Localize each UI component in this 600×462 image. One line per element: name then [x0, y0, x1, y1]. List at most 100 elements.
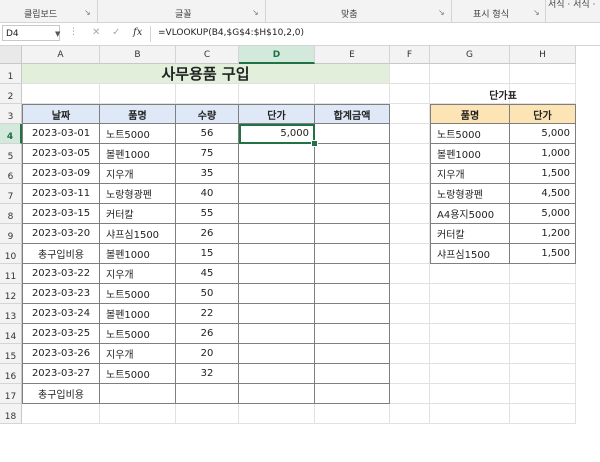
- table-cell[interactable]: [239, 364, 315, 384]
- grid-cell[interactable]: [390, 284, 430, 304]
- table-cell[interactable]: [239, 324, 315, 344]
- grid-cell[interactable]: [430, 64, 510, 84]
- table-cell[interactable]: 26: [176, 224, 239, 244]
- column-header-h[interactable]: H: [510, 46, 576, 64]
- table-cell[interactable]: 볼펜1000: [100, 244, 176, 264]
- grid-cell[interactable]: [239, 404, 315, 424]
- table-cell[interactable]: [239, 344, 315, 364]
- table-cell[interactable]: 2023-03-09: [22, 164, 100, 184]
- price-cell[interactable]: 1,500: [510, 164, 576, 184]
- enter-icon[interactable]: ✓: [112, 27, 120, 38]
- table-cell[interactable]: 35: [176, 164, 239, 184]
- price-cell[interactable]: 지우개: [430, 164, 510, 184]
- grid-cell[interactable]: [390, 344, 430, 364]
- table-header-4[interactable]: 합계금액: [315, 104, 390, 124]
- table-cell[interactable]: 노트5000: [100, 124, 176, 144]
- dialog-launcher-icon[interactable]: ↘: [533, 8, 540, 17]
- grid-cell[interactable]: [390, 304, 430, 324]
- table-cell[interactable]: 샤프심1500: [100, 224, 176, 244]
- grid-cell[interactable]: [390, 184, 430, 204]
- price-cell[interactable]: 5,000: [510, 124, 576, 144]
- grid-cell[interactable]: [510, 324, 576, 344]
- row-header-15[interactable]: 15: [0, 344, 22, 364]
- grid-cell[interactable]: [390, 264, 430, 284]
- table-cell[interactable]: [315, 344, 390, 364]
- table-cell[interactable]: [315, 144, 390, 164]
- price-cell[interactable]: 5,000: [510, 204, 576, 224]
- chevron-down-icon[interactable]: ▼: [55, 26, 60, 42]
- price-cell[interactable]: 노트5000: [430, 124, 510, 144]
- table-cell[interactable]: 2023-03-11: [22, 184, 100, 204]
- row-header-2[interactable]: 2: [0, 84, 22, 104]
- table-cell[interactable]: 32: [176, 364, 239, 384]
- styles-options[interactable]: 서식 · 서식 ·: [548, 0, 595, 10]
- grid-cell[interactable]: [390, 224, 430, 244]
- column-header-f[interactable]: F: [390, 46, 430, 64]
- formula-input[interactable]: =VLOOKUP(B4,$G$4:$H$10,2,0): [158, 28, 304, 38]
- price-header-1[interactable]: 단가: [510, 104, 576, 124]
- table-cell[interactable]: 20: [176, 344, 239, 364]
- active-cell-d4[interactable]: 5,000: [239, 124, 315, 144]
- grid-cell[interactable]: [430, 344, 510, 364]
- grid-cell[interactable]: [22, 84, 100, 104]
- table-header-0[interactable]: 날짜: [22, 104, 100, 124]
- table-cell[interactable]: 40: [176, 184, 239, 204]
- table-cell[interactable]: 2023-03-23: [22, 284, 100, 304]
- table-cell[interactable]: [315, 184, 390, 204]
- grid-cell[interactable]: [510, 284, 576, 304]
- column-header-g[interactable]: G: [430, 46, 510, 64]
- row-header-13[interactable]: 13: [0, 304, 22, 324]
- table-cell[interactable]: 노랑형광펜: [100, 184, 176, 204]
- table-cell[interactable]: [239, 384, 315, 404]
- sheet-title[interactable]: 사무용품 구입: [22, 64, 390, 84]
- table-cell[interactable]: [315, 384, 390, 404]
- row-header-7[interactable]: 7: [0, 184, 22, 204]
- row-header-17[interactable]: 17: [0, 384, 22, 404]
- row-header-12[interactable]: 12: [0, 284, 22, 304]
- grid-cell[interactable]: [390, 404, 430, 424]
- table-cell[interactable]: [239, 244, 315, 264]
- dialog-launcher-icon[interactable]: ↘: [84, 8, 91, 17]
- grid-cell[interactable]: [390, 164, 430, 184]
- insert-function-button[interactable]: fx: [133, 27, 142, 38]
- price-cell[interactable]: 샤프심1500: [430, 244, 510, 264]
- name-box[interactable]: D4 ▼: [2, 25, 60, 41]
- row-header-14[interactable]: 14: [0, 324, 22, 344]
- grid-cell[interactable]: [390, 364, 430, 384]
- table-cell[interactable]: [239, 184, 315, 204]
- table-cell[interactable]: [315, 364, 390, 384]
- price-cell[interactable]: 1,500: [510, 244, 576, 264]
- grid-cell[interactable]: [390, 84, 430, 104]
- price-cell[interactable]: 1,200: [510, 224, 576, 244]
- grid-cell[interactable]: [430, 384, 510, 404]
- grid-cell[interactable]: [176, 84, 239, 104]
- table-header-3[interactable]: 단가: [239, 104, 315, 124]
- table-cell[interactable]: [315, 324, 390, 344]
- table-cell[interactable]: [239, 164, 315, 184]
- table-cell[interactable]: 지우개: [100, 344, 176, 364]
- row-header-5[interactable]: 5: [0, 144, 22, 164]
- table-cell[interactable]: 2023-03-01: [22, 124, 100, 144]
- table-cell[interactable]: 55: [176, 204, 239, 224]
- table-cell[interactable]: 총구입비용: [22, 384, 100, 404]
- table-cell[interactable]: [315, 264, 390, 284]
- table-header-1[interactable]: 품명: [100, 104, 176, 124]
- table-cell[interactable]: 26: [176, 324, 239, 344]
- row-header-16[interactable]: 16: [0, 364, 22, 384]
- cancel-icon[interactable]: ✕: [92, 27, 100, 38]
- grid-cell[interactable]: [315, 404, 390, 424]
- grid-cell[interactable]: [510, 384, 576, 404]
- table-cell[interactable]: [100, 384, 176, 404]
- grid-cell[interactable]: [315, 84, 390, 104]
- grid-cell[interactable]: [390, 104, 430, 124]
- table-cell[interactable]: 22: [176, 304, 239, 324]
- grid-cell[interactable]: [510, 304, 576, 324]
- table-cell[interactable]: 2023-03-24: [22, 304, 100, 324]
- column-header-a[interactable]: A: [22, 46, 100, 64]
- table-cell[interactable]: [315, 284, 390, 304]
- grid-cell[interactable]: [176, 404, 239, 424]
- table-cell[interactable]: 커터칼: [100, 204, 176, 224]
- table-cell[interactable]: 볼펜1000: [100, 144, 176, 164]
- price-cell[interactable]: 1,000: [510, 144, 576, 164]
- grid-cell[interactable]: [430, 304, 510, 324]
